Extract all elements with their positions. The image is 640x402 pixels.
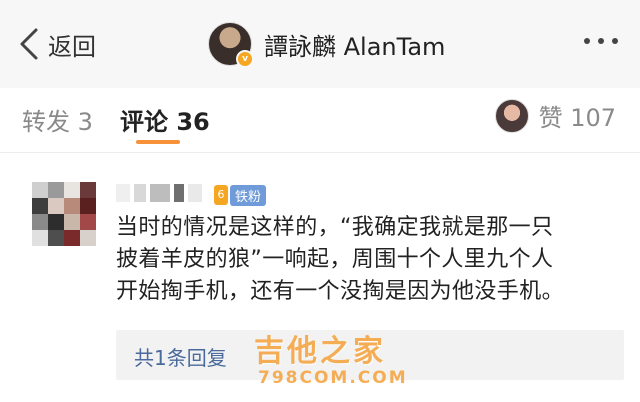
top-nav-bar: 返回 v 譚詠麟 AlanTam — [0, 0, 640, 88]
avatar[interactable]: v — [208, 22, 254, 68]
tab-bar: 转发 3 评论 36 赞 107 — [0, 88, 640, 153]
active-tab-indicator — [136, 140, 180, 144]
comment-line: 当时的情况是这样的，“我确定我就是那一只 — [116, 215, 554, 240]
liker-avatar — [494, 98, 529, 133]
fan-badge: 6 铁粉 — [214, 184, 267, 206]
back-button[interactable]: 返回 — [18, 26, 96, 62]
profile-title[interactable]: v 譚詠麟 AlanTam — [208, 20, 445, 68]
watermark: 吉他之家 — [254, 334, 386, 369]
tab-likes[interactable]: 赞 107 — [494, 98, 616, 133]
tab-repost[interactable]: 转发 3 — [22, 102, 93, 137]
back-label: 返回 — [48, 32, 96, 61]
fan-level-icon: 6 — [214, 185, 228, 205]
fan-badge-label: 铁粉 — [230, 184, 267, 206]
comment-text: 当时的情况是这样的，“我确定我就是那一只 披着羊皮的狼”一响起，周围十个人里九个… — [116, 212, 616, 308]
more-options-icon[interactable] — [584, 38, 618, 44]
commenter-avatar[interactable] — [32, 182, 96, 246]
verified-badge-icon: v — [236, 50, 254, 68]
chevron-left-icon — [20, 28, 38, 60]
watermark-url: 798COM.COM — [258, 368, 408, 388]
page-title: 譚詠麟 AlanTam — [264, 32, 446, 61]
commenter-name[interactable] — [116, 184, 202, 206]
comment-line: 开始掏手机，还有一个没掏是因为他没手机。 — [116, 279, 565, 304]
comment-line: 披着羊皮的狼”一响起，周围十个人里九个人 — [116, 247, 554, 272]
replies-count-label: 共1条回复 — [134, 346, 227, 370]
tab-comments[interactable]: 评论 36 — [120, 102, 210, 137]
like-count: 赞 107 — [538, 104, 616, 132]
